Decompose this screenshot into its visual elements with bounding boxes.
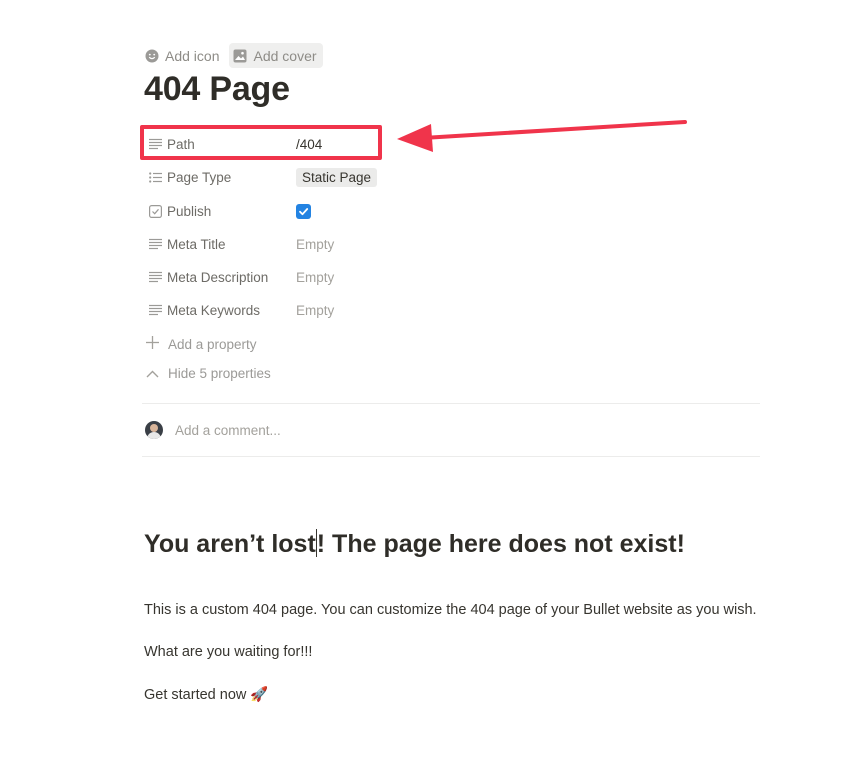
divider [142, 403, 760, 404]
comment-row[interactable]: Add a comment... [145, 421, 281, 439]
text-lines-icon [146, 268, 164, 286]
property-name: Meta Description [167, 269, 269, 285]
comment-input[interactable]: Add a comment... [175, 423, 281, 438]
publish-checkbox[interactable] [296, 203, 311, 219]
property-meta-description[interactable]: Meta Description Empty [144, 263, 744, 291]
property-publish[interactable]: Publish [144, 197, 744, 225]
meta-keywords-value[interactable]: Empty [296, 303, 334, 318]
add-icon-label: Add icon [165, 47, 220, 64]
property-name: Meta Keywords [167, 302, 261, 318]
property-name: Page Type [167, 169, 232, 185]
add-cover-label: Add cover [253, 47, 317, 64]
add-icon-button[interactable]: Add icon [141, 43, 225, 68]
page-actions: Add icon Add cover [141, 43, 323, 68]
hide-properties-button[interactable]: Hide 5 properties [146, 366, 271, 381]
paragraph-get-started[interactable]: Get started now 🚀 [144, 686, 268, 703]
checkbox-icon [146, 202, 164, 220]
property-page-type[interactable]: Page Type Static Page [144, 163, 744, 191]
add-property-button[interactable]: Add a property [146, 336, 257, 352]
property-name: Meta Title [167, 236, 226, 252]
rocket-icon: 🚀 [250, 687, 269, 703]
divider [142, 456, 760, 457]
property-meta-keywords[interactable]: Meta Keywords Empty [144, 296, 744, 324]
smiley-icon [145, 49, 159, 63]
image-icon [233, 49, 247, 63]
get-started-text: Get started now [144, 687, 247, 703]
list-icon [146, 168, 164, 186]
content-heading[interactable]: You aren’t lost! The page here does not … [144, 529, 685, 559]
add-cover-button[interactable]: Add cover [229, 43, 323, 68]
text-lines-icon [146, 301, 164, 319]
avatar [145, 421, 163, 439]
check-icon [296, 203, 311, 219]
page-type-tag[interactable]: Static Page [296, 167, 378, 187]
highlight-annotation [140, 125, 382, 160]
plus-icon [146, 336, 159, 352]
paragraph-waiting[interactable]: What are you waiting for!!! [144, 644, 312, 660]
page-title[interactable]: 404 Page [144, 70, 290, 109]
property-name: Publish [167, 203, 212, 219]
heading-text-part2: ! The page here does not exist! [316, 530, 685, 558]
meta-title-value[interactable]: Empty [296, 237, 334, 252]
hide-properties-label: Hide 5 properties [168, 366, 271, 381]
meta-description-value[interactable]: Empty [296, 270, 334, 285]
heading-text-part1: You aren’t lost [144, 530, 316, 558]
text-lines-icon [146, 235, 164, 253]
add-property-label: Add a property [168, 336, 257, 352]
paragraph-intro[interactable]: This is a custom 404 page. You can custo… [144, 602, 757, 618]
property-meta-title[interactable]: Meta Title Empty [144, 230, 744, 258]
chevron-up-icon [146, 366, 159, 381]
annotation-arrow [397, 120, 687, 152]
